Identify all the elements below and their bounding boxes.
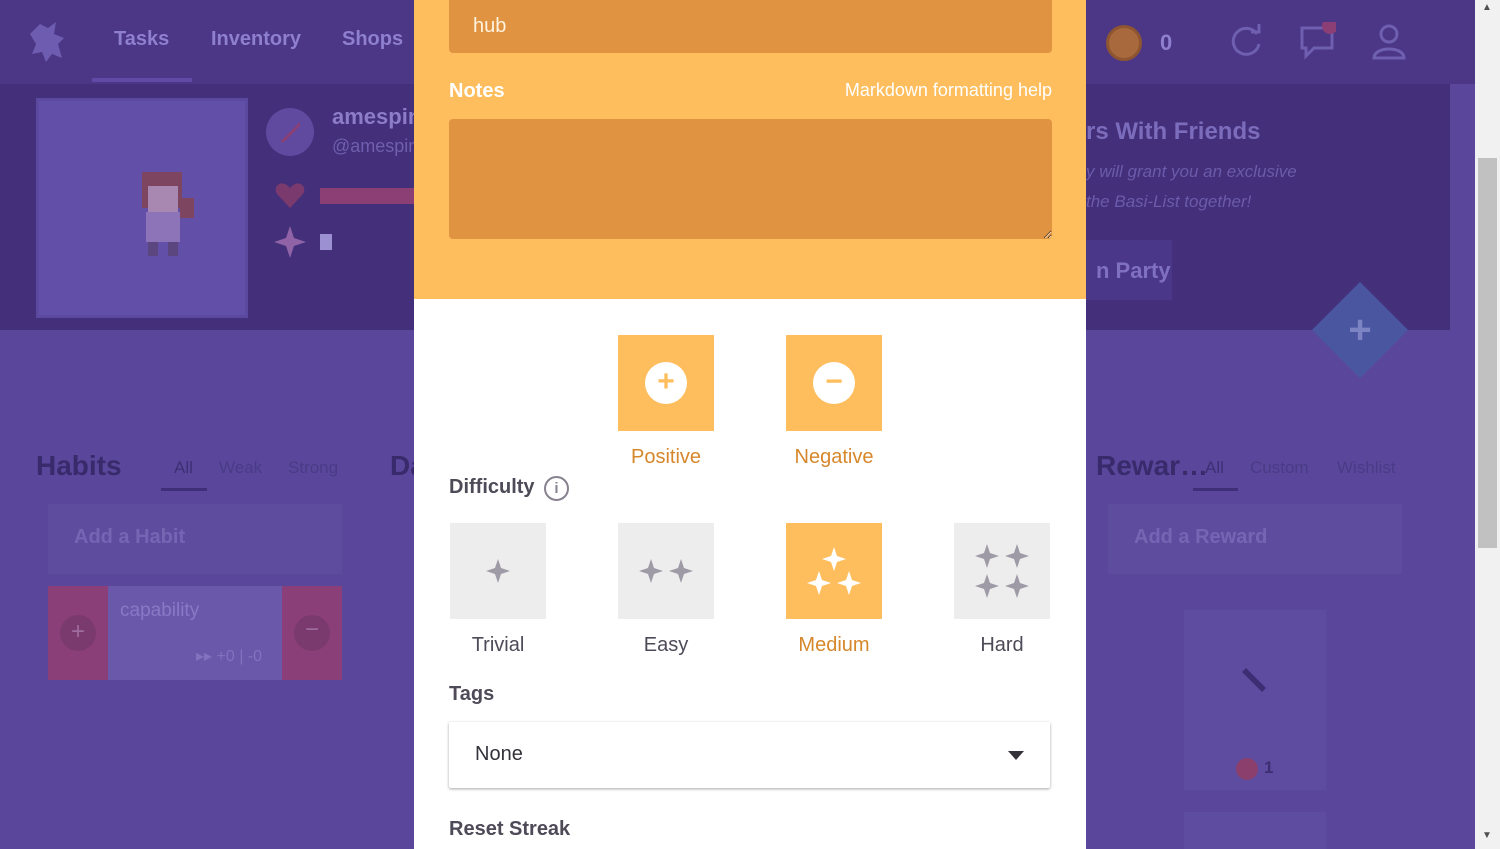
tags-label: Tags bbox=[449, 683, 495, 705]
gold-coin-icon bbox=[1106, 25, 1142, 61]
party-banner-title: rs With Friends bbox=[1086, 118, 1261, 145]
gold-count: 0 bbox=[1160, 30, 1173, 55]
hard-stars-icon bbox=[975, 544, 1029, 598]
difficulty-hard-label: Hard bbox=[980, 634, 1024, 656]
trivial-star-icon bbox=[486, 559, 510, 583]
reward-sword-icon bbox=[1242, 668, 1266, 692]
heart-icon bbox=[275, 183, 305, 208]
easy-stars-icon bbox=[639, 559, 693, 583]
positive-toggle-button[interactable]: + bbox=[618, 335, 714, 431]
positive-label: Positive bbox=[630, 446, 702, 468]
add-habit-placeholder: Add a Habit bbox=[74, 526, 186, 548]
reward-price: 1 bbox=[1264, 758, 1274, 777]
info-icon[interactable]: i bbox=[544, 476, 569, 501]
minus-icon: − bbox=[813, 362, 855, 404]
rewards-tab-all[interactable]: All bbox=[1205, 458, 1224, 478]
chevron-down-icon bbox=[1008, 751, 1024, 760]
habits-tab-strong[interactable]: Strong bbox=[288, 458, 338, 478]
habit-minus-icon: − bbox=[304, 616, 319, 643]
reset-streak-label: Reset Streak bbox=[449, 818, 571, 840]
tags-selected-value: None bbox=[475, 743, 523, 765]
difficulty-easy-button[interactable] bbox=[618, 523, 714, 619]
sword-icon bbox=[280, 122, 300, 142]
difficulty-trivial-button[interactable] bbox=[450, 523, 546, 619]
user-profile-icon[interactable] bbox=[1370, 22, 1408, 60]
negative-toggle-button[interactable]: − bbox=[786, 335, 882, 431]
scroll-down-arrow-icon[interactable]: ▼ bbox=[1482, 830, 1492, 841]
reward-item[interactable] bbox=[1184, 812, 1326, 849]
health-bar bbox=[320, 188, 414, 204]
difficulty-hard-button[interactable] bbox=[954, 523, 1050, 619]
difficulty-label: Difficulty bbox=[449, 476, 535, 498]
difficulty-easy-label: Easy bbox=[643, 634, 689, 656]
markdown-help-link[interactable]: Markdown formatting help bbox=[845, 80, 1052, 101]
difficulty-medium-button[interactable] bbox=[786, 523, 882, 619]
experience-star-icon bbox=[274, 226, 306, 258]
messages-icon[interactable] bbox=[1298, 22, 1336, 60]
tags-dropdown[interactable]: None bbox=[449, 722, 1050, 788]
nav-shops[interactable]: Shops bbox=[342, 28, 403, 51]
difficulty-trivial-label: Trivial bbox=[471, 634, 525, 656]
experience-bar bbox=[320, 234, 332, 250]
party-banner-line2: the Basi-List together! bbox=[1086, 192, 1252, 211]
party-banner-line1: y will grant you an exclusive bbox=[1086, 162, 1297, 181]
nav-active-indicator bbox=[92, 78, 192, 82]
edit-habit-modal: Notes Markdown formatting help + Positiv… bbox=[414, 0, 1086, 849]
add-reward-placeholder: Add a Reward bbox=[1134, 526, 1268, 548]
create-party-label: n Party bbox=[1096, 258, 1171, 283]
rewards-tab-wishlist[interactable]: Wishlist bbox=[1337, 458, 1396, 478]
habit-text: capability bbox=[120, 600, 200, 621]
difficulty-medium-label: Medium bbox=[798, 634, 870, 656]
plus-icon: + bbox=[1348, 308, 1372, 352]
gryphon-logo-icon[interactable] bbox=[26, 20, 68, 64]
modal-header: Notes Markdown formatting help bbox=[414, 0, 1086, 299]
habit-plus-icon: + bbox=[70, 618, 85, 645]
user-handle: @amespin bbox=[332, 136, 419, 156]
habits-tab-weak[interactable]: Weak bbox=[219, 458, 262, 478]
plus-icon: + bbox=[645, 362, 687, 404]
nav-inventory[interactable]: Inventory bbox=[211, 28, 301, 51]
avatar-sprite-icon bbox=[142, 172, 194, 256]
scrollbar-thumb[interactable] bbox=[1478, 158, 1497, 548]
gold-coin-icon bbox=[1236, 758, 1258, 780]
nav-tasks[interactable]: Tasks bbox=[114, 28, 169, 51]
username: amespin bbox=[332, 104, 422, 129]
sync-icon[interactable] bbox=[1227, 22, 1265, 60]
rewards-title: Rewar… bbox=[1096, 450, 1209, 481]
habits-title: Habits bbox=[36, 450, 122, 481]
title-input[interactable] bbox=[449, 0, 1052, 53]
notes-label: Notes bbox=[449, 80, 505, 102]
rewards-tab-underline bbox=[1193, 488, 1238, 491]
habits-tab-all[interactable]: All bbox=[174, 458, 193, 478]
habits-tab-underline bbox=[161, 488, 207, 491]
rewards-tab-custom[interactable]: Custom bbox=[1250, 458, 1309, 478]
medium-stars-icon bbox=[807, 547, 861, 595]
notes-textarea[interactable] bbox=[449, 119, 1052, 239]
negative-label: Negative bbox=[794, 446, 874, 468]
habit-streak-count: ▸▸ +0 | -0 bbox=[196, 648, 263, 665]
scroll-up-arrow-icon[interactable]: ▲ bbox=[1482, 2, 1492, 13]
